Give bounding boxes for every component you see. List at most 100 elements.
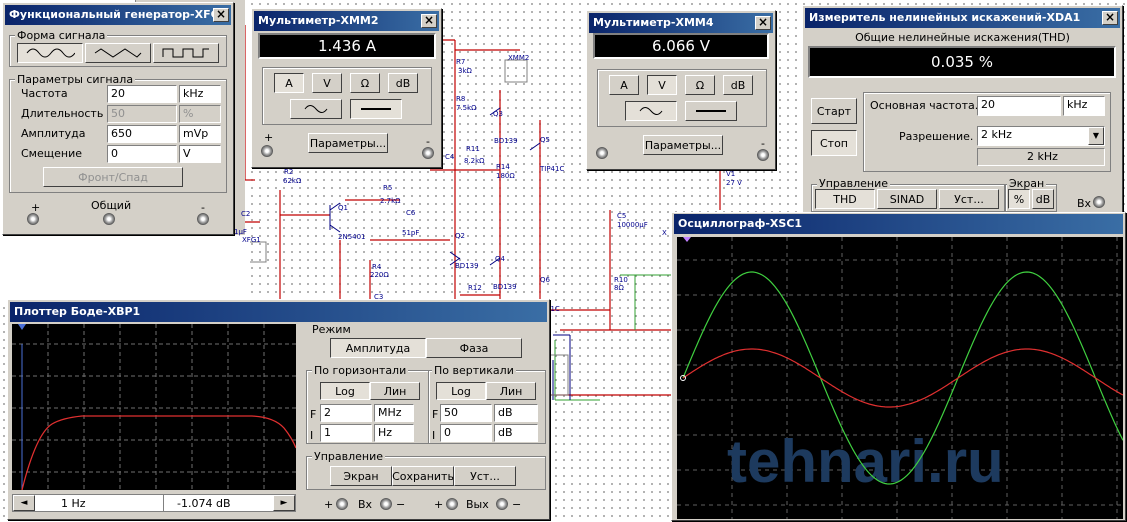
comp-label: XFG1 [242,236,261,244]
horizontal-log-button[interactable]: Log [320,382,370,400]
voltmeter-mode-button[interactable]: V [312,73,342,93]
frequency-unit[interactable]: kHz [179,85,221,103]
comp-label: BD139 [493,283,517,291]
thd-mode-button[interactable]: THD [815,189,875,209]
horizontal-f-label: F [310,408,317,421]
minus-terminal[interactable] [197,213,209,225]
chevron-down-icon[interactable]: ▼ [1088,127,1104,145]
bode-screen [12,324,297,491]
in-minus-terminal[interactable] [380,498,392,510]
settings-button[interactable]: Уст... [939,189,999,209]
thd-title: Измеритель нелинейных искажений-XDA1 [809,11,1081,24]
mm2-title: Мультиметр-XMM2 [258,14,379,27]
plus-terminal[interactable] [27,213,39,225]
out-plus-terminal[interactable] [446,498,458,510]
close-button[interactable]: × [1102,11,1118,25]
voltmeter-mode-button[interactable]: V [647,75,677,95]
minus-terminal[interactable] [757,149,769,161]
start-button[interactable]: Старт [811,98,857,124]
mm4-titlebar[interactable]: Мультиметр-XMM4 [589,13,773,33]
multimeter-xmm2-window: Мультиметр-XMM2 × 1.436 A A V Ω dB Парам… [251,8,442,168]
close-button[interactable]: × [755,16,771,30]
vertical-log-button[interactable]: Log [436,382,486,400]
plus-terminal[interactable] [596,147,608,159]
ac-button[interactable] [290,99,342,119]
vertical-initial-field[interactable]: 0 [440,424,492,442]
ammeter-mode-button[interactable]: A [609,75,639,95]
mm2-params-button[interactable]: Параметры... [308,133,388,153]
phase-button[interactable]: Фаза [426,338,522,358]
offset-unit[interactable]: V [179,145,221,163]
amplitude-field[interactable]: 650 [107,125,177,143]
offset-label: Смещение [21,147,82,160]
mm2-titlebar[interactable]: Мультиметр-XMM2 [254,11,439,31]
vertical-initial-unit[interactable]: dB [494,424,538,442]
percent-button[interactable]: % [1008,189,1030,209]
comp-label: TIP41C [540,165,565,173]
ohmmeter-mode-button[interactable]: Ω [350,73,380,93]
fundamental-field[interactable]: 20 [977,96,1061,116]
out-minus-terminal[interactable] [496,498,508,510]
close-button[interactable]: × [421,14,437,28]
comp-label: 10000μF [617,221,648,229]
horizontal-final-unit[interactable]: MHz [374,404,414,422]
plus-terminal[interactable] [261,145,273,157]
mm4-params-button[interactable]: Параметры... [643,135,723,155]
vertical-f-label: F [432,408,439,421]
cursor-marker-icon[interactable] [683,237,691,242]
watermark: tehnari.ru [727,428,1004,495]
save-button[interactable]: Сохранить [392,466,454,486]
stop-button[interactable]: Стоп [811,130,857,156]
vertical-final-unit[interactable]: dB [494,404,538,422]
vertical-final-field[interactable]: 50 [440,404,492,422]
dc-line-icon [696,110,726,112]
frequency-field[interactable]: 20 [107,85,177,103]
resolution-select[interactable]: 2 kHz ▼ [977,126,1105,146]
input-terminal[interactable] [1093,196,1105,208]
horizontal-lin-button[interactable]: Лин [370,382,420,400]
magnitude-button[interactable]: Амплитуда [330,338,426,358]
left-arrow-icon[interactable]: ◄ [13,495,35,511]
reverse-button[interactable]: Экран [330,466,392,486]
in-plus-terminal[interactable] [336,498,348,510]
db-mode-button[interactable]: dB [388,73,418,93]
comp-label: BD139 [455,262,479,270]
out-minus-label: − [512,498,522,511]
mm2-reading: 1.436 A [258,33,436,59]
amplitude-unit[interactable]: mVp [179,125,221,143]
ac-button[interactable] [625,101,677,121]
close-button[interactable]: × [213,8,229,22]
ammeter-mode-button[interactable]: A [274,73,304,93]
dc-button[interactable] [685,101,737,121]
oscilloscope-window: Осциллограф-XSC1 tehnari.ru [671,212,1126,521]
right-arrow-icon[interactable]: ► [273,495,295,511]
vertical-lin-button[interactable]: Лин [486,382,536,400]
db-button[interactable]: dB [1032,189,1054,209]
db-mode-button[interactable]: dB [723,75,753,95]
duty-field[interactable]: 50 [107,105,177,123]
scope-titlebar[interactable]: Осциллограф-XSC1 [674,214,1123,234]
bode-titlebar[interactable]: Плоттер Боде-XBP1 [10,302,547,322]
duty-unit[interactable]: % [179,105,221,123]
thd-titlebar[interactable]: Измеритель нелинейных искажений-XDA1 [805,8,1120,28]
sine-wave-button[interactable] [17,43,83,63]
square-wave-button[interactable] [153,43,219,63]
settings-button[interactable]: Уст... [454,466,516,486]
comp-label: 1μF [234,228,247,236]
offset-field[interactable]: 0 [107,145,177,163]
fundamental-unit[interactable]: kHz [1063,96,1105,116]
minus-terminal[interactable] [422,147,434,159]
horizontal-initial-unit[interactable]: Hz [374,424,414,442]
horizontal-initial-field[interactable]: 1 [320,424,372,442]
scope-plot: tehnari.ru [677,237,1124,519]
thd-reading: 0.035 % [808,46,1116,78]
out-plus-label: + [434,498,444,511]
horizontal-final-field[interactable]: 2 [320,404,372,422]
fgen-titlebar[interactable]: Функциональный генератор-XFG1 [5,5,231,25]
dc-button[interactable] [350,99,402,119]
rise-fall-button[interactable]: Фронт/Спад [43,167,183,187]
ohmmeter-mode-button[interactable]: Ω [685,75,715,95]
sinad-mode-button[interactable]: SINAD [877,189,937,209]
common-terminal[interactable] [103,213,115,225]
triangle-wave-button[interactable] [85,43,151,63]
